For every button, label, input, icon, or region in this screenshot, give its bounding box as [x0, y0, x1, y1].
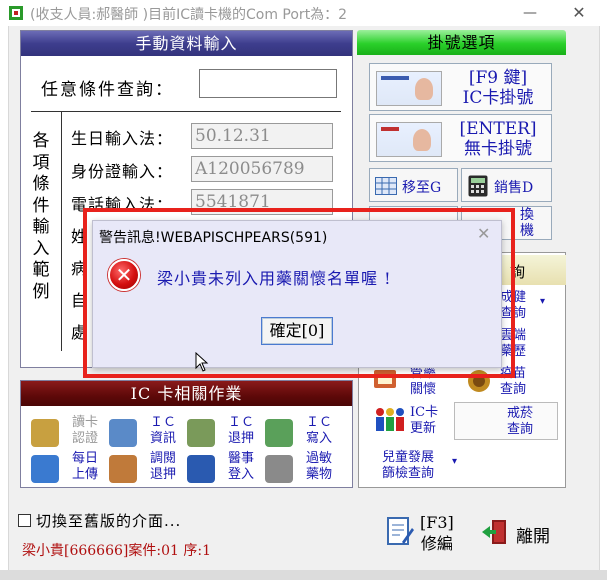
patient-status: 梁小貴[666666]案件:01 序:1: [22, 543, 211, 559]
divider: [61, 111, 62, 351]
sales-label: 銷售D: [494, 180, 534, 196]
old-ui-label[interactable]: 切換至舊版的介面...: [36, 510, 181, 531]
upload-icon: [31, 455, 59, 483]
title-bar: (收支人員:郝醫師 )目前IC讀卡機的Com Port為：2 — ✕: [0, 0, 607, 26]
dropdown-arrow-icon[interactable]: ▾: [540, 296, 545, 307]
examples-vertical-label: 各項條件輸入範例: [32, 131, 50, 302]
edit-label: 修編: [420, 534, 453, 553]
ic-register-key-label: [F9 鍵]: [468, 68, 528, 88]
manual-input-header: 手動資料輸入: [21, 31, 352, 56]
id-card-icon: [376, 122, 442, 157]
f3-edit-button[interactable]: [F3] 修編: [386, 512, 464, 556]
birthday-label: 生日輸入法：: [71, 129, 174, 148]
medical-login-button[interactable]: 醫事 登入: [187, 451, 265, 487]
divider: [31, 111, 341, 112]
taskbar-strip: [0, 570, 607, 580]
grid-icon: [109, 419, 137, 447]
f3-key-label: [F3]: [420, 513, 454, 532]
dropdown-arrow-icon[interactable]: ▾: [452, 456, 457, 467]
highlight-frame: [83, 208, 515, 378]
daily-upload-button[interactable]: 每日 上傳: [31, 451, 109, 487]
sales-button[interactable]: 銷售D: [461, 168, 552, 202]
ic-register-label: IC卡掛號: [462, 88, 534, 108]
smoking-label-2: 查詢: [507, 422, 534, 437]
calculator-icon: [468, 175, 488, 197]
any-query-input[interactable]: [199, 69, 337, 98]
ic-info-button[interactable]: ＩＣ 資訊: [109, 415, 187, 451]
handshake-icon: [109, 455, 137, 483]
close-window-button[interactable]: ✕: [565, 2, 593, 24]
app-icon: [9, 6, 23, 20]
switch-label-1: 換: [520, 207, 534, 223]
id-number-label: 身份證輸入：: [71, 162, 174, 181]
table-icon: [375, 177, 397, 195]
card-write-icon: [265, 419, 293, 447]
no-card-key-label: [ENTER]: [459, 119, 537, 139]
old-ui-checkbox[interactable]: [18, 514, 31, 527]
read-card-auth-button[interactable]: 讀卡 認證: [31, 415, 109, 451]
child-development-button[interactable]: 兒童發展 篩檢查詢: [382, 450, 434, 482]
smoking-label-1: 戒菸: [507, 406, 534, 421]
id-number-example-field[interactable]: A120056789: [191, 156, 333, 182]
exit-label: 離開: [516, 527, 550, 547]
registration-header: 掛號選項: [357, 30, 566, 55]
window-title: (收支人員:郝醫師 )目前IC讀卡機的Com Port為：2: [30, 7, 348, 23]
ic-card-update-button[interactable]: IC卡 更新: [410, 405, 438, 437]
goto-label: 移至G: [402, 180, 442, 196]
minimize-button[interactable]: —: [516, 2, 544, 24]
person-card-icon: [31, 419, 59, 447]
birthday-example-field[interactable]: 50.12.31: [191, 123, 333, 149]
goto-button[interactable]: 移至G: [369, 168, 458, 202]
smoking-cessation-button[interactable]: 戒菸 查詢: [454, 402, 558, 440]
ic-card-panel: IC 卡相關作業 讀卡 認證 ＩＣ 資訊 ＩＣ 退押 ＩＣ 寫入 每日 上傳 調閱 退押 醫…: [20, 380, 353, 488]
health-card-icon: [376, 71, 442, 106]
checklist-icon: [187, 455, 215, 483]
ic-card-header: IC 卡相關作業: [21, 381, 352, 406]
people-icon: [372, 404, 406, 436]
card-reader-icon: [187, 419, 215, 447]
exit-door-icon: [482, 520, 506, 544]
hand-card-icon: [265, 455, 293, 483]
any-query-label: 任意條件查詢：: [41, 80, 174, 100]
ic-write-button[interactable]: ＩＣ 寫入: [265, 415, 343, 451]
edit-document-icon: [387, 517, 414, 545]
switch-label-2: 機: [520, 223, 534, 239]
exit-button[interactable]: 離開: [478, 512, 564, 556]
allergy-drug-button[interactable]: 過敏 藥物: [265, 451, 343, 487]
no-card-register-button[interactable]: [ENTER] 無卡掛號: [369, 114, 552, 162]
mouse-cursor-icon: [195, 352, 209, 372]
retrieve-return-button[interactable]: 調閱 退押: [109, 451, 187, 487]
ic-card-register-button[interactable]: [F9 鍵] IC卡掛號: [369, 63, 552, 111]
no-card-register-label: 無卡掛號: [464, 139, 532, 159]
ic-return-button[interactable]: ＩＣ 退押: [187, 415, 265, 451]
